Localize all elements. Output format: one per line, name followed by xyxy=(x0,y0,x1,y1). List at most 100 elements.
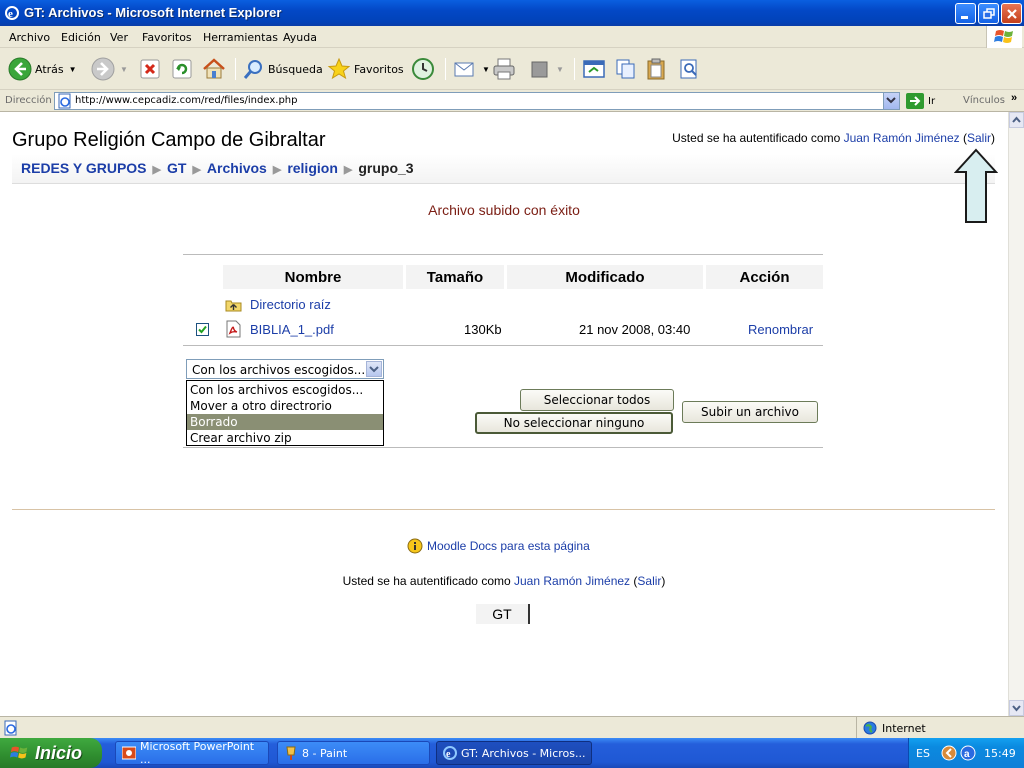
stop-button[interactable] xyxy=(139,56,161,82)
option-mover[interactable]: Mover a otro directrorio xyxy=(187,398,383,414)
breadcrumb-religion[interactable]: religion xyxy=(287,160,338,176)
file-name-cell: BIBLIA_1_.pdf xyxy=(225,320,334,338)
language-indicator[interactable]: ES xyxy=(916,747,930,760)
login-prefix: Usted se ha autentificado como xyxy=(342,574,514,588)
option-crear-zip[interactable]: Crear archivo zip xyxy=(187,430,383,446)
footer-divider xyxy=(12,509,995,510)
moodle-docs-link[interactable]: Moodle Docs para esta página xyxy=(427,539,590,553)
menu-ver[interactable]: Ver xyxy=(110,31,128,44)
discuss-button[interactable] xyxy=(582,56,606,82)
file-size: 130Kb xyxy=(464,322,502,337)
table-divider xyxy=(183,345,823,346)
option-borrado[interactable]: Borrado xyxy=(187,414,383,430)
paste-button[interactable] xyxy=(645,56,669,82)
chevron-down-icon[interactable] xyxy=(366,361,382,377)
option-con-los-archivos[interactable]: Con los archivos escogidos... xyxy=(187,382,383,398)
footer-course-link[interactable]: GT xyxy=(476,604,530,624)
research-button[interactable] xyxy=(678,56,702,82)
back-tray-icon[interactable] xyxy=(941,745,957,761)
task-paint[interactable]: 8 - Paint xyxy=(277,741,430,765)
refresh-button[interactable] xyxy=(171,56,193,82)
scroll-down-icon[interactable] xyxy=(1009,700,1024,716)
history-button[interactable] xyxy=(411,56,435,82)
svg-text:e: e xyxy=(446,749,451,760)
search-icon xyxy=(243,60,262,79)
search-button[interactable]: Búsqueda xyxy=(243,56,323,82)
menu-edicion[interactable]: Edición xyxy=(61,31,101,44)
mail-button[interactable]: ▼ xyxy=(453,56,490,82)
breadcrumb-separator-icon: ▶ xyxy=(192,164,201,176)
select-all-button[interactable]: Seleccionar todos xyxy=(520,389,674,411)
user-profile-link[interactable]: Juan Ramón Jiménez xyxy=(844,131,960,145)
mail-dropdown-icon[interactable]: ▼ xyxy=(482,65,490,74)
breadcrumb-gt[interactable]: GT xyxy=(167,160,186,176)
chevron-right-icon[interactable]: » xyxy=(1011,92,1017,104)
breadcrumb-redes-y-grupos[interactable]: REDES Y GRUPOS xyxy=(21,160,147,176)
restore-button[interactable] xyxy=(978,3,999,24)
menu-ayuda[interactable]: Ayuda xyxy=(283,31,317,44)
stop-icon xyxy=(140,59,160,79)
file-action-select[interactable]: Con los archivos escogidos... xyxy=(186,359,384,379)
page-content: Grupo Religión Campo de Gibraltar Usted … xyxy=(0,112,1008,716)
rename-link[interactable]: Renombrar xyxy=(748,322,813,337)
footer-logout-link[interactable]: Salir xyxy=(637,574,661,588)
forward-dropdown-icon[interactable]: ▼ xyxy=(120,65,128,74)
window-title-bar[interactable]: e GT: Archivos - Microsoft Internet Expl… xyxy=(0,0,1024,26)
home-button[interactable] xyxy=(202,56,226,82)
file-table: Nombre Tamaño Modificado Acción Director… xyxy=(183,254,823,338)
favorites-button[interactable]: Favoritos xyxy=(327,56,404,82)
task-powerpoint[interactable]: Microsoft PowerPoint ... xyxy=(115,740,269,766)
forward-arrow-icon xyxy=(91,57,115,81)
scroll-up-icon[interactable] xyxy=(1009,112,1024,128)
back-button[interactable]: Atrás ▼ xyxy=(8,56,77,82)
minimize-button[interactable] xyxy=(955,3,976,24)
breadcrumb: REDES Y GRUPOS ▶ GT ▶ Archivos ▶ religion ▶ grup… xyxy=(12,154,995,184)
parent-directory-link[interactable]: Directorio raíz xyxy=(250,297,331,312)
address-label: Dirección xyxy=(5,95,52,106)
edit-dropdown-icon[interactable]: ▼ xyxy=(556,65,564,74)
login-info: Usted se ha autentificado como Juan Ramó… xyxy=(672,131,995,145)
task-ie[interactable]: e GT: Archivos - Micros... xyxy=(436,741,592,765)
file-checkbox[interactable] xyxy=(196,323,209,339)
network-tray-icon[interactable]: a xyxy=(960,745,976,761)
task-label: GT: Archivos - Micros... xyxy=(461,746,586,760)
breadcrumb-archivos[interactable]: Archivos xyxy=(207,160,267,176)
column-header-nombre[interactable]: Nombre xyxy=(223,265,403,289)
column-header-modificado[interactable]: Modificado xyxy=(507,265,703,289)
address-input[interactable]: http://www.cepcadiz.com/red/files/index.… xyxy=(54,92,900,110)
zone-label: Internet xyxy=(882,721,926,735)
back-dropdown-icon[interactable]: ▼ xyxy=(69,65,77,74)
start-button[interactable]: Inicio xyxy=(0,738,102,768)
svg-text:a: a xyxy=(964,749,970,760)
window-title: GT: Archivos - Microsoft Internet Explor… xyxy=(24,5,282,20)
address-dropdown-icon[interactable] xyxy=(883,93,899,109)
clipboard-icon xyxy=(647,58,665,80)
go-button[interactable]: Ir xyxy=(906,93,935,109)
select-none-button[interactable]: No seleccionar ninguno xyxy=(475,412,673,434)
edit-button[interactable]: ▼ xyxy=(529,56,564,82)
links-label[interactable]: Vínculos xyxy=(963,95,1005,106)
menu-archivo[interactable]: Archivo xyxy=(9,31,50,44)
status-bar: Internet xyxy=(0,716,1024,739)
close-button[interactable] xyxy=(1001,3,1022,24)
forward-button[interactable]: ▼ xyxy=(91,56,128,82)
menu-favoritos[interactable]: Favoritos xyxy=(142,31,192,44)
file-link[interactable]: BIBLIA_1_.pdf xyxy=(250,322,334,337)
copy-icon xyxy=(616,59,635,79)
edit-icon xyxy=(531,61,548,78)
vertical-scrollbar[interactable] xyxy=(1008,112,1024,716)
footer-user-link[interactable]: Juan Ramón Jiménez xyxy=(514,574,630,588)
upload-file-button[interactable]: Subir un archivo xyxy=(682,401,818,423)
breadcrumb-separator-icon: ▶ xyxy=(272,164,282,176)
clock[interactable]: 15:49 xyxy=(984,747,1016,760)
task-label: 8 - Paint xyxy=(302,746,348,760)
column-header-tamano[interactable]: Tamaño xyxy=(406,265,504,289)
logout-link[interactable]: Salir xyxy=(967,131,991,145)
pdf-file-icon xyxy=(226,320,241,338)
menu-herramientas[interactable]: Herramientas xyxy=(203,31,278,44)
copy-button[interactable] xyxy=(614,56,638,82)
taskbar: Inicio Microsoft PowerPoint ... 8 - Pain… xyxy=(0,738,1024,768)
refresh-icon xyxy=(172,59,192,79)
print-button[interactable] xyxy=(491,56,517,82)
address-url: http://www.cepcadiz.com/red/files/index.… xyxy=(75,95,298,106)
